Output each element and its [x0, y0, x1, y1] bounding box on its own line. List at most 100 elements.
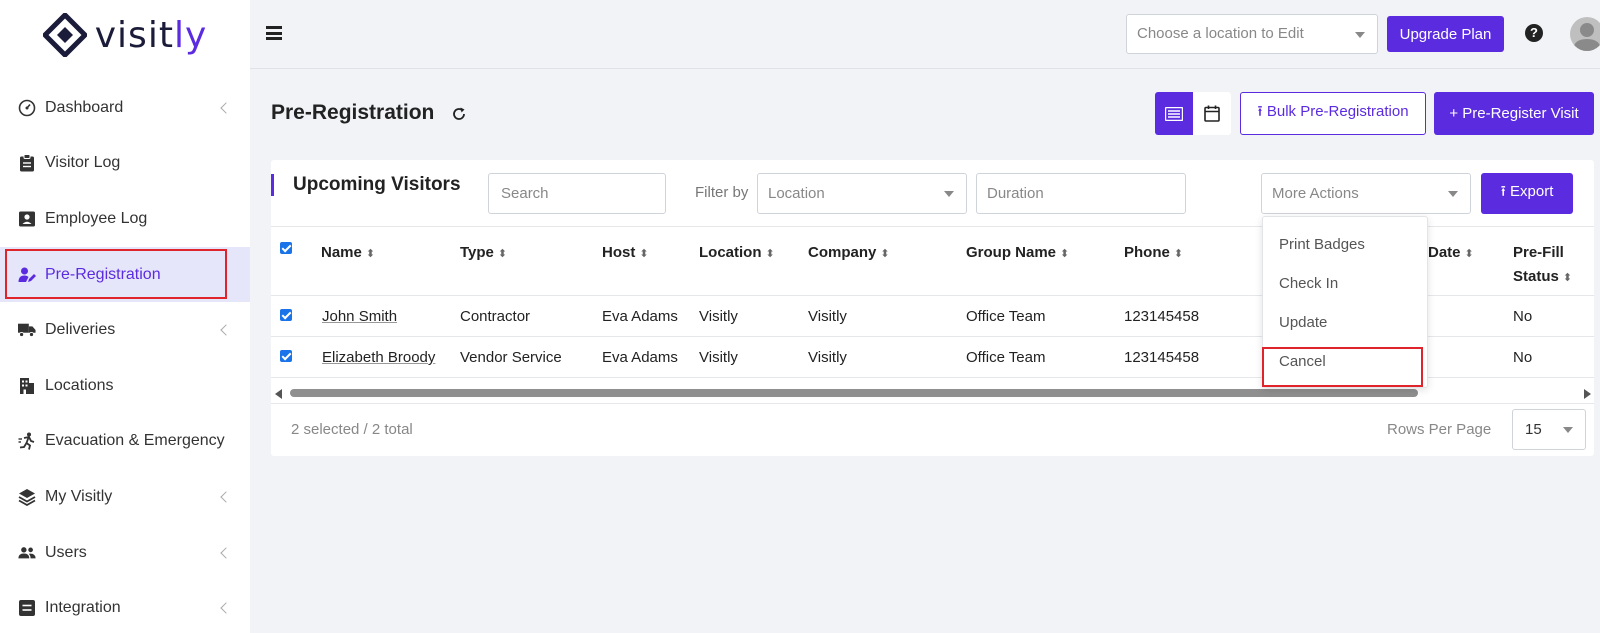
- selection-count: 2 selected / 2 total: [291, 421, 413, 438]
- cell-host: Eva Adams: [602, 308, 678, 325]
- topbar: Choose a location to Edit Upgrade Plan ?: [250, 0, 1600, 69]
- visitor-name-link[interactable]: Elizabeth Broody: [322, 349, 435, 366]
- sidebar-item-label: My Visitly: [45, 487, 113, 505]
- export-label: Export: [1510, 183, 1554, 200]
- column-header-location[interactable]: Location ⬍: [699, 241, 775, 266]
- sidebar-item-dashboard[interactable]: Dashboard: [0, 80, 250, 136]
- scroll-left-arrow-icon[interactable]: [275, 389, 282, 399]
- caret-down-icon: [1448, 191, 1458, 197]
- caret-down-icon: [1355, 32, 1365, 38]
- sidebar-item-label: Deliveries: [45, 321, 116, 339]
- column-header-name[interactable]: Name ⬍: [321, 241, 375, 266]
- help-icon[interactable]: ?: [1525, 24, 1543, 42]
- menu-item-check-in[interactable]: Check In: [1279, 275, 1338, 292]
- sidebar-item-label: Integration: [45, 599, 121, 617]
- sidebar-item-label: Visitor Log: [45, 154, 121, 172]
- gauge-icon: [18, 99, 36, 117]
- card-title: Upcoming Visitors: [271, 174, 461, 196]
- cell-location: Visitly: [699, 308, 738, 325]
- pre-register-visit-label: Pre-Register Visit: [1462, 105, 1579, 122]
- chevron-left-icon: [220, 491, 232, 503]
- rows-per-page-label: Rows Per Page: [1387, 421, 1492, 438]
- layers-icon: [18, 488, 36, 506]
- column-header-company[interactable]: Company ⬍: [808, 241, 890, 266]
- rows-per-page-value: 15: [1525, 421, 1542, 438]
- sidebar: visitly Dashboard Visitor Log Employee L…: [0, 0, 250, 633]
- sidebar-item-pre-registration[interactable]: Pre-Registration: [0, 246, 250, 303]
- more-actions-select[interactable]: More Actions: [1261, 173, 1471, 214]
- calendar-view-button[interactable]: [1193, 92, 1231, 135]
- cell-type: Contractor: [460, 308, 531, 325]
- highlight-box: [5, 248, 227, 299]
- location-filter-placeholder: Location: [768, 185, 825, 202]
- logo-mark-icon: [42, 13, 87, 57]
- footer-divider: [271, 403, 1594, 404]
- more-actions-label: More Actions: [1272, 185, 1359, 202]
- location-filter-select[interactable]: Location: [757, 173, 967, 214]
- hamburger-menu-icon[interactable]: [266, 26, 282, 40]
- menu-item-print-badges[interactable]: Print Badges: [1279, 236, 1365, 253]
- highlight-box: [1262, 347, 1423, 387]
- scroll-thumb[interactable]: [290, 389, 1418, 397]
- column-header-date[interactable]: Date ⬍: [1428, 241, 1474, 266]
- upgrade-plan-button[interactable]: Upgrade Plan: [1387, 16, 1504, 52]
- pre-register-visit-button[interactable]: + Pre-Register Visit: [1434, 92, 1594, 135]
- scroll-right-arrow-icon[interactable]: [1584, 389, 1591, 399]
- sidebar-item-label: Employee Log: [45, 209, 148, 227]
- export-button[interactable]: ⭱ Export: [1481, 173, 1573, 214]
- cell-group-name: Office Team: [966, 349, 1046, 366]
- cell-phone: 123145458: [1124, 308, 1200, 325]
- chevron-left-icon: [220, 602, 232, 614]
- chevron-left-icon: [220, 546, 232, 559]
- horizontal-scrollbar[interactable]: [275, 387, 1591, 399]
- plus-icon: +: [1449, 105, 1459, 122]
- location-edit-select[interactable]: Choose a location to Edit: [1126, 14, 1378, 54]
- cell-host: Eva Adams: [602, 349, 678, 366]
- visitly-logo[interactable]: visitly: [0, 0, 250, 70]
- list-view-button[interactable]: [1155, 92, 1193, 135]
- cell-phone: 123145458: [1124, 349, 1200, 366]
- rows-per-page-select[interactable]: 15: [1512, 409, 1586, 450]
- sidebar-item-locations[interactable]: Locations: [0, 358, 250, 414]
- chevron-left-icon: [220, 102, 232, 114]
- visitor-name-link[interactable]: John Smith: [322, 308, 397, 325]
- bulk-pre-registration-label: Bulk Pre-Registration: [1266, 103, 1409, 120]
- list-box-icon: [18, 599, 36, 617]
- sidebar-item-label: Locations: [45, 376, 114, 394]
- duration-placeholder: Duration: [987, 185, 1044, 202]
- calendar-icon: [1204, 105, 1220, 122]
- location-edit-placeholder: Choose a location to Edit: [1137, 25, 1304, 42]
- refresh-icon[interactable]: [451, 106, 467, 122]
- column-header-prefill-status[interactable]: Pre-Fill Status ⬍: [1513, 241, 1572, 290]
- search-input[interactable]: [488, 173, 666, 214]
- column-header-phone[interactable]: Phone ⬍: [1124, 241, 1183, 266]
- user-avatar-icon: [1573, 23, 1600, 51]
- select-all-checkbox[interactable]: [280, 242, 292, 254]
- duration-filter-input[interactable]: Duration: [976, 173, 1186, 214]
- sidebar-item-users[interactable]: Users: [0, 525, 250, 581]
- upload-icon: ⭱: [1257, 103, 1263, 120]
- sidebar-item-label: Dashboard: [45, 98, 124, 116]
- row-checkbox[interactable]: [280, 309, 292, 321]
- users-icon: [18, 544, 36, 562]
- cell-location: Visitly: [699, 349, 738, 366]
- truck-icon: [18, 321, 36, 339]
- sidebar-item-deliveries[interactable]: Deliveries: [0, 302, 250, 358]
- row-checkbox[interactable]: [280, 350, 292, 362]
- sidebar-item-employee-log[interactable]: Employee Log: [0, 191, 250, 247]
- sidebar-item-my-visitly[interactable]: My Visitly: [0, 469, 250, 525]
- sidebar-item-label: Users: [45, 543, 87, 561]
- caret-down-icon: [1563, 427, 1573, 433]
- column-header-type[interactable]: Type ⬍: [460, 241, 507, 266]
- menu-item-update[interactable]: Update: [1279, 314, 1327, 331]
- cell-company: Visitly: [808, 308, 847, 325]
- sidebar-item-visitor-log[interactable]: Visitor Log: [0, 136, 250, 192]
- column-header-host[interactable]: Host ⬍: [602, 241, 649, 266]
- id-card-icon: [18, 210, 36, 228]
- avatar[interactable]: [1570, 17, 1600, 51]
- sidebar-item-integration[interactable]: Integration: [0, 580, 250, 633]
- sidebar-item-evacuation[interactable]: Evacuation & Emergency: [0, 414, 250, 470]
- cell-prefill-status: No: [1513, 349, 1533, 366]
- bulk-pre-registration-button[interactable]: ⭱ Bulk Pre-Registration: [1240, 92, 1426, 135]
- column-header-group-name[interactable]: Group Name ⬍: [966, 241, 1069, 266]
